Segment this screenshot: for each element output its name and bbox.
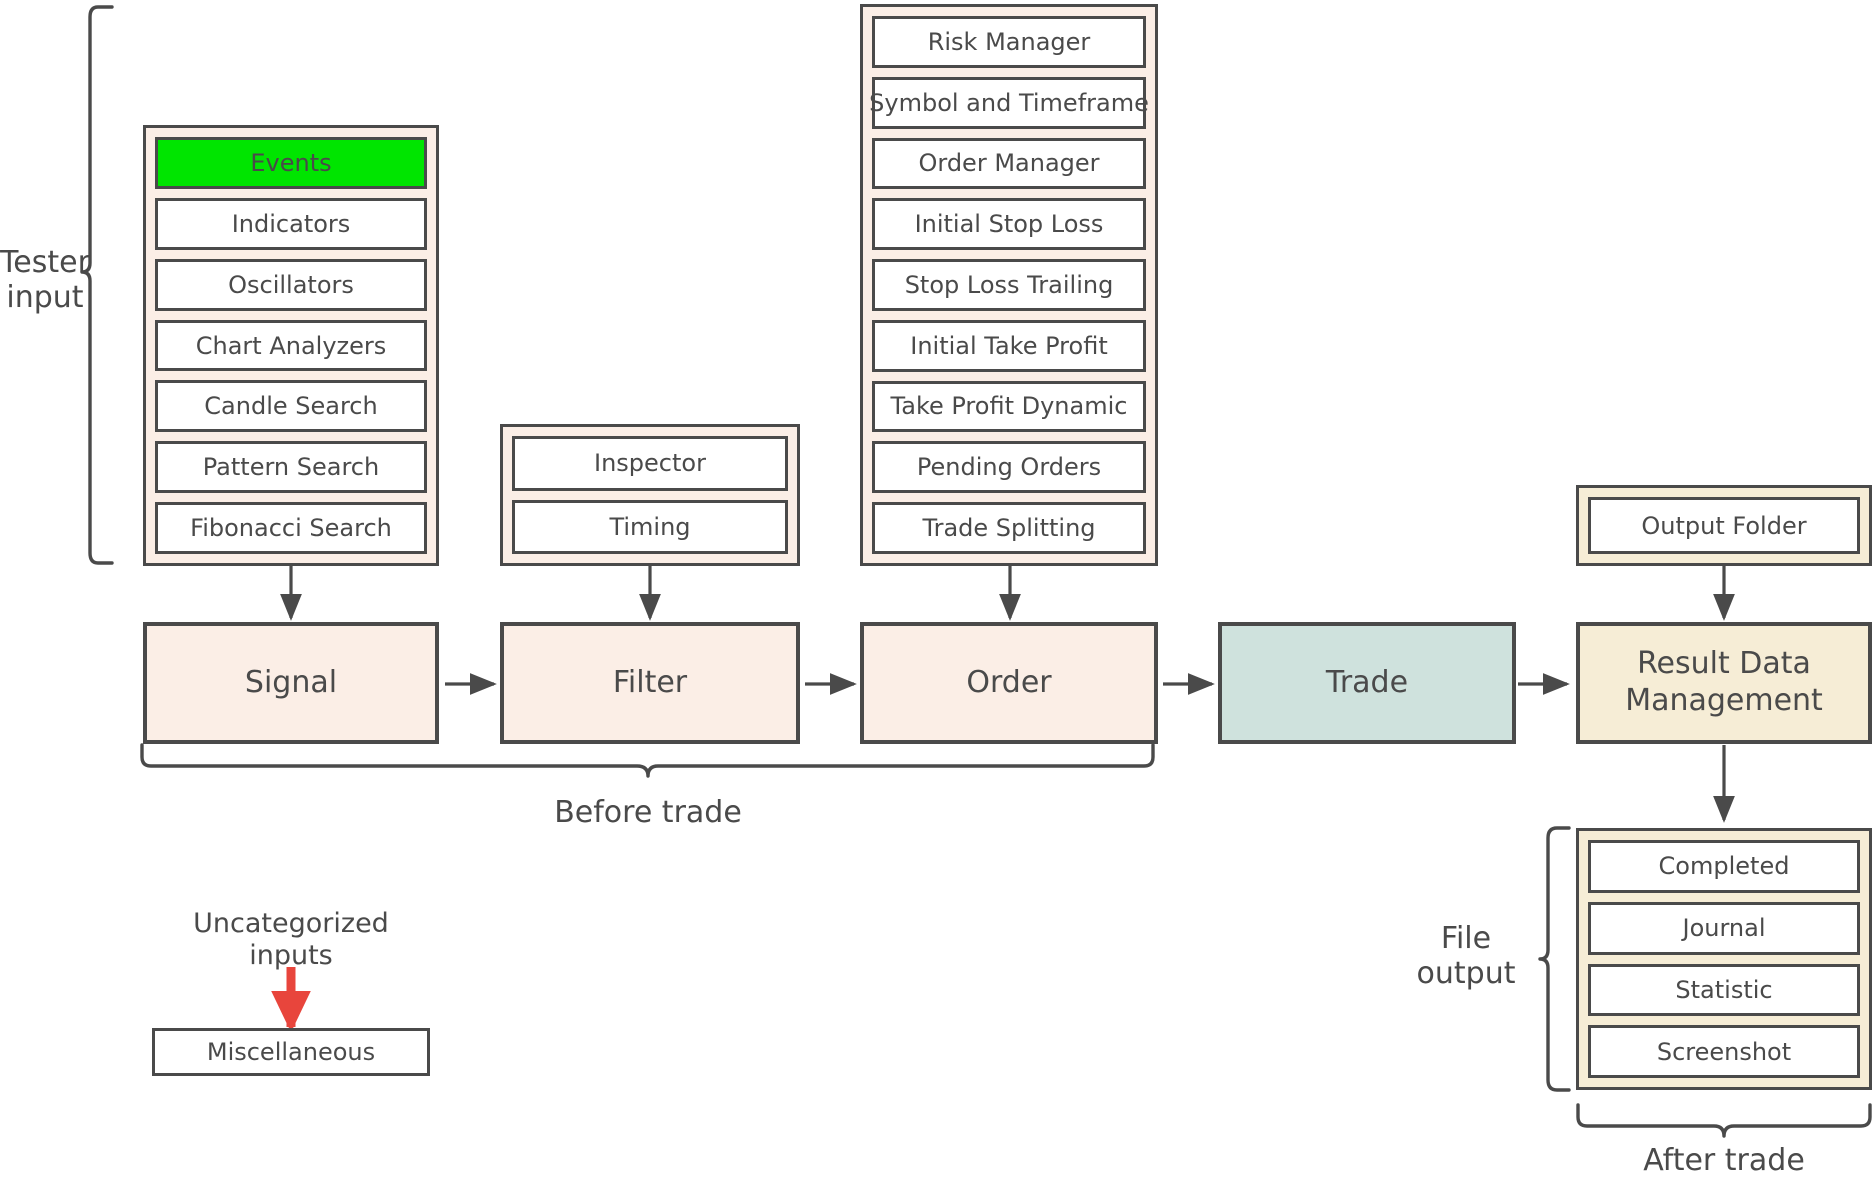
chip-signal-inputs-6[interactable]: Fibonacci Search bbox=[155, 502, 427, 554]
chip-label: Symbol and Timeframe bbox=[869, 88, 1149, 117]
chip-label: Chart Analyzers bbox=[195, 331, 387, 360]
chip-order-inputs-7[interactable]: Pending Orders bbox=[872, 441, 1146, 494]
chip-filter-inputs-0[interactable]: Inspector bbox=[512, 436, 788, 491]
chip-label: Indicators bbox=[231, 209, 351, 238]
filter-inputs-group: Inspector Timing bbox=[500, 424, 800, 566]
chip-label: Statistic bbox=[1675, 975, 1773, 1004]
node-result-label: Result Data Management bbox=[1625, 646, 1823, 718]
chip-signal-inputs-3[interactable]: Chart Analyzers bbox=[155, 319, 427, 372]
chip-order-inputs-8[interactable]: Trade Splitting bbox=[872, 502, 1146, 554]
chip-label: Timing bbox=[609, 512, 691, 541]
chip-label: Risk Manager bbox=[927, 27, 1091, 56]
node-trade-label: Trade bbox=[1325, 664, 1409, 700]
file-output-brace bbox=[1538, 826, 1571, 1092]
chip-label: Initial Take Profit bbox=[910, 331, 1108, 360]
signal-inputs-group: Events Indicators Oscillators Chart Analyze… bbox=[143, 125, 439, 566]
chip-signal-inputs-4[interactable]: Candle Search bbox=[155, 380, 427, 433]
chip-label: Order Manager bbox=[918, 149, 1100, 178]
node-result-data-management[interactable]: Result Data Management bbox=[1576, 622, 1872, 744]
chip-signal-inputs-5[interactable]: Pattern Search bbox=[155, 441, 427, 494]
node-signal[interactable]: Signal bbox=[143, 622, 439, 744]
chip-label: Initial Stop Loss bbox=[914, 210, 1104, 239]
chip-label: Completed bbox=[1658, 852, 1790, 881]
diagram-canvas: Tester input Events Indicators Oscillators… bbox=[0, 0, 1872, 1185]
chip-order-inputs-0[interactable]: Risk Manager bbox=[872, 16, 1146, 68]
chip-order-inputs-2[interactable]: Order Manager bbox=[872, 137, 1146, 190]
file-output-label: File output bbox=[1416, 921, 1516, 992]
chip-label: Take Profit Dynamic bbox=[890, 392, 1128, 421]
chip-order-inputs-3[interactable]: Initial Stop Loss bbox=[872, 198, 1146, 251]
node-miscellaneous-label: Miscellaneous bbox=[206, 1038, 376, 1066]
chip-label: Fibonacci Search bbox=[190, 514, 392, 543]
chip-label: Output Folder bbox=[1641, 511, 1807, 540]
node-signal-label: Signal bbox=[244, 664, 338, 700]
node-order-label: Order bbox=[966, 664, 1052, 700]
chip-output-folder-0[interactable]: Output Folder bbox=[1588, 497, 1860, 554]
chip-filter-inputs-1[interactable]: Timing bbox=[512, 499, 788, 554]
tester-input-label: Tester input bbox=[0, 245, 90, 316]
chip-signal-inputs-1[interactable]: Indicators bbox=[155, 197, 427, 250]
chip-file-output-3[interactable]: Screenshot bbox=[1588, 1025, 1860, 1078]
chip-order-inputs-4[interactable]: Stop Loss Trailing bbox=[872, 259, 1146, 311]
chip-file-output-0[interactable]: Completed bbox=[1588, 840, 1860, 893]
before-trade-label: Before trade bbox=[554, 795, 742, 830]
output-folder-group: Output Folder bbox=[1576, 485, 1872, 566]
chip-label: Stop Loss Trailing bbox=[904, 270, 1114, 299]
node-filter[interactable]: Filter bbox=[500, 622, 800, 744]
node-order[interactable]: Order bbox=[860, 622, 1158, 744]
chip-label: Pending Orders bbox=[916, 453, 1102, 482]
chip-label: Journal bbox=[1682, 914, 1766, 943]
chip-label: Inspector bbox=[594, 449, 706, 478]
chip-label: Candle Search bbox=[204, 392, 378, 421]
file-output-group: Completed Journal Statistic Screenshot bbox=[1576, 828, 1872, 1090]
chip-file-output-1[interactable]: Journal bbox=[1588, 901, 1860, 955]
chip-order-inputs-6[interactable]: Take Profit Dynamic bbox=[872, 380, 1146, 433]
before-trade-brace bbox=[140, 743, 1155, 778]
order-inputs-group: Risk Manager Symbol and Timeframe Order Ma… bbox=[860, 4, 1158, 566]
node-trade[interactable]: Trade bbox=[1218, 622, 1516, 744]
chip-order-inputs-1[interactable]: Symbol and Timeframe bbox=[869, 76, 1149, 129]
node-filter-label: Filter bbox=[612, 664, 688, 700]
chip-signal-inputs-2[interactable]: Oscillators bbox=[155, 258, 427, 311]
after-trade-label: After trade bbox=[1643, 1143, 1805, 1178]
chip-label: Events bbox=[250, 148, 332, 177]
chip-label: Pattern Search bbox=[202, 453, 380, 482]
node-miscellaneous[interactable]: Miscellaneous bbox=[152, 1028, 430, 1076]
chip-label: Screenshot bbox=[1656, 1037, 1792, 1066]
chip-file-output-2[interactable]: Statistic bbox=[1588, 963, 1860, 1017]
chip-label: Oscillators bbox=[228, 270, 354, 299]
after-trade-brace bbox=[1576, 1103, 1872, 1138]
uncategorized-inputs-label: Uncategorized inputs bbox=[193, 908, 389, 971]
chip-signal-inputs-0[interactable]: Events bbox=[155, 137, 427, 189]
chip-label: Trade Splitting bbox=[922, 514, 1096, 542]
chip-order-inputs-5[interactable]: Initial Take Profit bbox=[872, 319, 1146, 372]
